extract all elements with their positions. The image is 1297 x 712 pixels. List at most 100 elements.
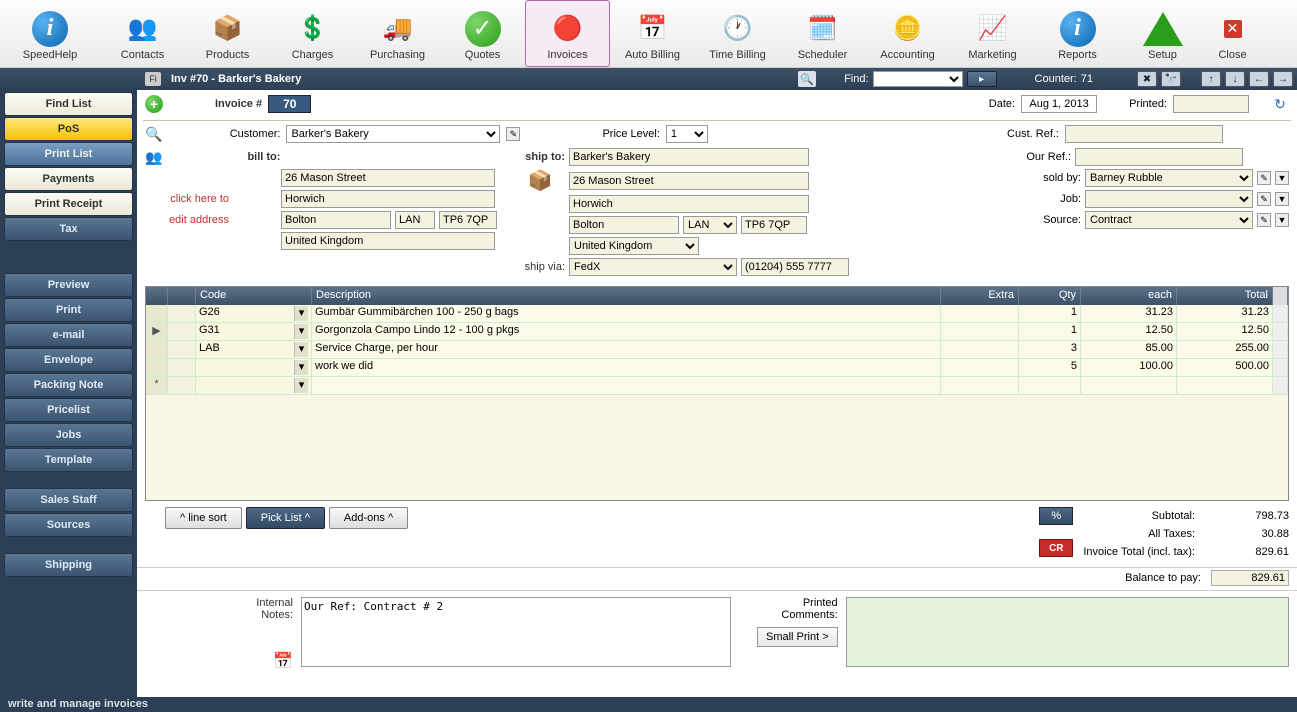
- bill-postcode[interactable]: [439, 211, 497, 229]
- ship-postcode[interactable]: [741, 216, 807, 234]
- find-go-button[interactable]: ▸: [967, 71, 997, 87]
- ship-city[interactable]: [569, 195, 809, 213]
- sidebar-envelope[interactable]: Envelope: [4, 348, 133, 372]
- ship-phone[interactable]: [741, 258, 849, 276]
- our-ref-field[interactable]: [1075, 148, 1243, 166]
- toolbar-quotes[interactable]: ✓Quotes: [440, 0, 525, 67]
- reload-icon[interactable]: ↻: [1271, 97, 1289, 111]
- magnify-icon[interactable]: 🔍: [145, 126, 162, 143]
- cust-ref-field[interactable]: [1065, 125, 1223, 143]
- sidebar-sales-staff[interactable]: Sales Staff: [4, 488, 133, 512]
- grid-new-row[interactable]: * ▾: [146, 377, 1288, 395]
- date-field[interactable]: [1021, 95, 1097, 113]
- sidebar-jobs[interactable]: Jobs: [4, 423, 133, 447]
- nav-prev-icon[interactable]: ←: [1249, 71, 1269, 87]
- edit-hint1[interactable]: click here to: [145, 193, 229, 205]
- ship-street[interactable]: [569, 172, 809, 190]
- ship-region[interactable]: LAN: [683, 216, 737, 234]
- sidebar-packing-note[interactable]: Packing Note: [4, 373, 133, 397]
- nav-down-icon[interactable]: ↓: [1225, 71, 1245, 87]
- line-sort-button[interactable]: ^ line sort: [165, 507, 242, 529]
- edit-job-icon[interactable]: ✎: [1257, 192, 1271, 206]
- ship-via-select[interactable]: FedX: [569, 258, 737, 276]
- sidebar-find-list[interactable]: Find List: [4, 92, 133, 116]
- toolbar-marketing[interactable]: 📈Marketing: [950, 0, 1035, 67]
- pick-list-button[interactable]: Pick List ^: [246, 507, 325, 529]
- toolbar-speedhelp[interactable]: i SpeedHelp: [0, 0, 100, 67]
- small-print-button[interactable]: Small Print >: [757, 627, 838, 647]
- filter-source-icon[interactable]: ▼: [1275, 213, 1289, 227]
- source-select[interactable]: Contract: [1085, 211, 1253, 229]
- toolbar-autobilling[interactable]: 📅Auto Billing: [610, 0, 695, 67]
- toolbar-reports[interactable]: iReports: [1035, 0, 1120, 67]
- nav-binoculars-icon[interactable]: 🔭: [1161, 71, 1181, 87]
- bill-street[interactable]: [281, 169, 495, 187]
- ship-country[interactable]: United Kingdom: [569, 237, 699, 255]
- toolbar-accounting[interactable]: 🪙Accounting: [865, 0, 950, 67]
- col-desc[interactable]: Description: [312, 287, 941, 305]
- sidebar-pricelist[interactable]: Pricelist: [4, 398, 133, 422]
- quotes-icon: ✓: [465, 11, 501, 47]
- ship-town[interactable]: [569, 216, 679, 234]
- nav-cancel-icon[interactable]: ✖: [1137, 71, 1157, 87]
- toolbar-invoices[interactable]: 🔴Invoices: [525, 0, 610, 67]
- sidebar-print[interactable]: Print: [4, 298, 133, 322]
- invoice-number-label: Invoice #: [215, 98, 262, 110]
- find-select[interactable]: [873, 71, 963, 87]
- col-qty[interactable]: Qty: [1019, 287, 1081, 305]
- sidebar-print-list[interactable]: Print List: [4, 142, 133, 166]
- toolbar-timebilling[interactable]: 🕐Time Billing: [695, 0, 780, 67]
- col-extra[interactable]: Extra: [941, 287, 1019, 305]
- customer-select[interactable]: Barker's Bakery: [286, 125, 500, 143]
- sidebar-email[interactable]: e-mail: [4, 323, 133, 347]
- col-code[interactable]: Code: [196, 287, 312, 305]
- sidebar-tax[interactable]: Tax: [4, 217, 133, 241]
- ship-name[interactable]: [569, 148, 809, 166]
- col-each[interactable]: each: [1081, 287, 1177, 305]
- sold-by-select[interactable]: Barney Rubble: [1085, 169, 1253, 187]
- percent-button[interactable]: %: [1039, 507, 1073, 525]
- toolbar-contacts[interactable]: 👥Contacts: [100, 0, 185, 67]
- cr-button[interactable]: CR: [1039, 539, 1073, 557]
- sidebar-shipping[interactable]: Shipping: [4, 553, 133, 577]
- edit-customer-icon[interactable]: ✎: [506, 127, 520, 141]
- bill-country[interactable]: [281, 232, 495, 250]
- toolbar-products[interactable]: 📦Products: [185, 0, 270, 67]
- edit-hint2[interactable]: edit address: [145, 214, 229, 226]
- grid-row[interactable]: ▾work we did5100.00500.00: [146, 359, 1288, 377]
- grid-row[interactable]: ▶G31▾Gorgonzola Campo Lindo 12 - 100 g p…: [146, 323, 1288, 341]
- nav-next-icon[interactable]: →: [1273, 71, 1293, 87]
- sidebar-print-receipt[interactable]: Print Receipt: [4, 192, 133, 216]
- toolbar-scheduler[interactable]: 🗓️Scheduler: [780, 0, 865, 67]
- toolbar-close[interactable]: ✕Close: [1205, 0, 1260, 67]
- col-total[interactable]: Total: [1177, 287, 1273, 305]
- toolbar-setup[interactable]: Setup: [1120, 0, 1205, 67]
- add-icon[interactable]: +: [145, 95, 163, 113]
- price-level-select[interactable]: 1: [666, 125, 708, 143]
- bill-city[interactable]: [281, 190, 495, 208]
- bill-town[interactable]: [281, 211, 391, 229]
- search-icon[interactable]: 🔍: [798, 71, 816, 87]
- sidebar-sources[interactable]: Sources: [4, 513, 133, 537]
- grid-row[interactable]: LAB▾Service Charge, per hour385.00255.00: [146, 341, 1288, 359]
- internal-notes[interactable]: [301, 597, 731, 667]
- sidebar-payments[interactable]: Payments: [4, 167, 133, 191]
- grid-row[interactable]: G26▾Gumbär Gummibärchen 100 - 250 g bags…: [146, 305, 1288, 323]
- bill-region[interactable]: [395, 211, 435, 229]
- sidebar-preview[interactable]: Preview: [4, 273, 133, 297]
- edit-source-icon[interactable]: ✎: [1257, 213, 1271, 227]
- toolbar-charges[interactable]: 💲Charges: [270, 0, 355, 67]
- calendar-icon[interactable]: 📅: [233, 651, 293, 671]
- nav-up-icon[interactable]: ↑: [1201, 71, 1221, 87]
- filter-job-icon[interactable]: ▼: [1275, 192, 1289, 206]
- sidebar-template[interactable]: Template: [4, 448, 133, 472]
- taxes-value: 30.88: [1209, 528, 1289, 540]
- printed-comments[interactable]: [846, 597, 1289, 667]
- filter-soldby-icon[interactable]: ▼: [1275, 171, 1289, 185]
- sidebar-pos[interactable]: PoS: [4, 117, 133, 141]
- printed-comments-label2: Comments:: [757, 609, 838, 621]
- edit-soldby-icon[interactable]: ✎: [1257, 171, 1271, 185]
- toolbar-purchasing[interactable]: 🚚Purchasing: [355, 0, 440, 67]
- job-select[interactable]: [1085, 190, 1253, 208]
- addons-button[interactable]: Add-ons ^: [329, 507, 408, 529]
